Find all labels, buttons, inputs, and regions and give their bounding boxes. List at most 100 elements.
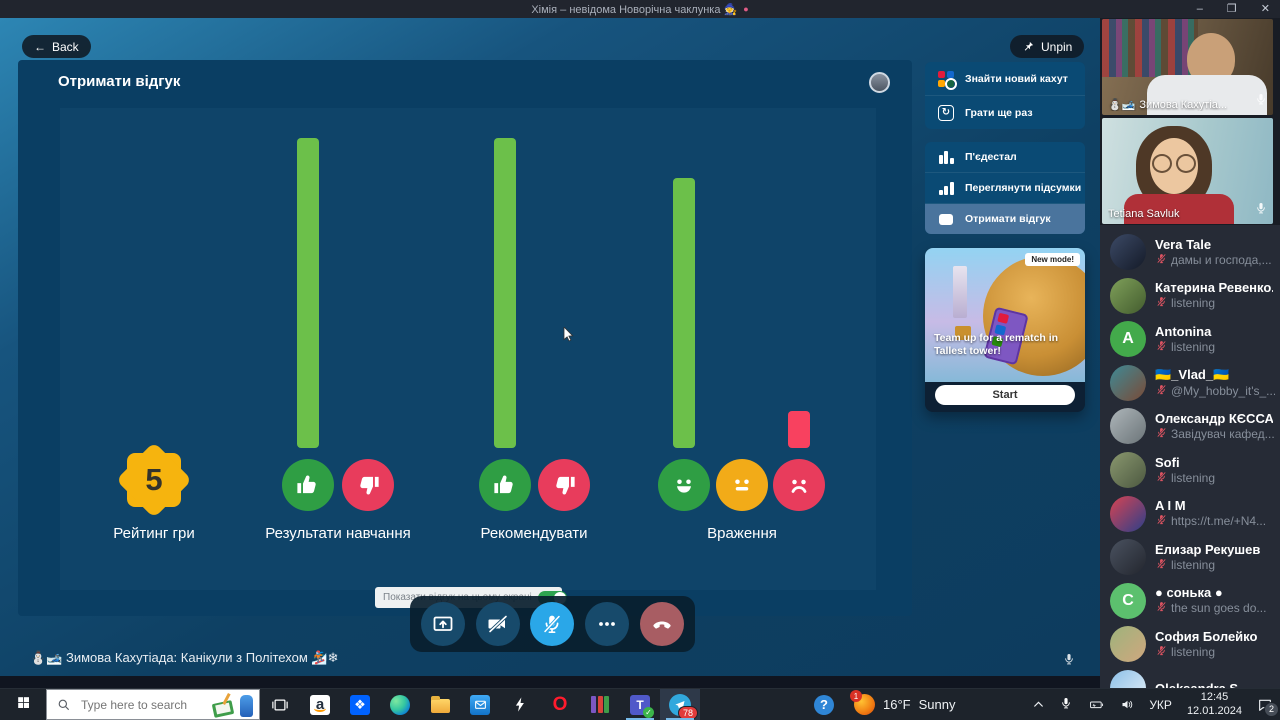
muted-mic-icon: [1155, 600, 1168, 616]
back-arrow-icon: ←: [34, 40, 46, 54]
maximize-button[interactable]: ❐: [1227, 0, 1237, 18]
action-center-icon[interactable]: 2: [1250, 689, 1280, 720]
participant-name: Олександр КЄССА...: [1155, 411, 1273, 426]
participant-row[interactable]: София Болейкоlistening: [1100, 622, 1280, 666]
clock[interactable]: 12:45 12.01.2024: [1179, 691, 1250, 719]
sidebar-item-kahoot-search[interactable]: Знайти новий кахут: [925, 62, 1085, 96]
avatar: A: [1110, 321, 1146, 357]
unpin-button[interactable]: Unpin: [1010, 35, 1084, 58]
camera-off-button[interactable]: [476, 602, 520, 646]
participant-name: 🇺🇦_Vlad_🇺🇦: [1155, 367, 1273, 383]
call-status-bar: ⛄🎿 Зимова Кахутіада: Канікули з Політехо…: [30, 650, 338, 666]
muted-mic-icon: [1155, 557, 1168, 573]
tray-expand-chevron-icon[interactable]: [1025, 689, 1052, 720]
taskbar-telegram-icon[interactable]: 78: [660, 689, 700, 720]
close-button[interactable]: ✕: [1261, 0, 1270, 18]
taskbar-opera-icon[interactable]: O: [540, 689, 580, 720]
hang-up-button[interactable]: [640, 602, 684, 646]
taskbar-lightning-icon[interactable]: [500, 689, 540, 720]
tray-mic-icon[interactable]: [1052, 689, 1080, 720]
participant-row[interactable]: 🇺🇦_Vlad_🇺🇦@My_hobby_it's_...: [1100, 361, 1280, 405]
sidebar-item-replay[interactable]: ↻ Грати ще раз: [925, 96, 1085, 129]
video-tile-host[interactable]: ⛄🎿 Зимова Кахутіа...: [1102, 19, 1273, 115]
more-options-button[interactable]: [585, 602, 629, 646]
muted-mic-icon: [1155, 295, 1168, 311]
help-tray-icon[interactable]: ?: [804, 689, 844, 720]
results-chart-icon: [939, 181, 954, 195]
thumb-down-icon: [342, 459, 394, 511]
minimize-button[interactable]: –: [1197, 0, 1203, 18]
taskbar-amazon-icon[interactable]: a: [300, 689, 340, 720]
taskbar-dropbox-icon[interactable]: ❖: [340, 689, 380, 720]
replay-icon: ↻: [938, 105, 954, 121]
status-dot: ●: [743, 4, 748, 14]
video-tile-tetiana[interactable]: Tetiana Savluk: [1102, 118, 1273, 224]
taskbar-spacer: [700, 689, 804, 720]
avatar: [1110, 365, 1146, 401]
taskbar-teams-icon[interactable]: T✓: [620, 689, 660, 720]
back-button[interactable]: ← Back: [22, 35, 91, 58]
feedback-chart: 5Рейтинг гриРезультати навчанняРекоменду…: [60, 108, 876, 590]
participant-row[interactable]: Sofilistening: [1100, 448, 1280, 492]
battery-icon[interactable]: [1080, 689, 1113, 720]
participant-row[interactable]: Vera Taleдамы и господа,...: [1100, 230, 1280, 274]
muted-mic-icon: [1155, 339, 1168, 355]
participant-row[interactable]: Oleksandra S: [1100, 666, 1280, 688]
kahoot-menu-top: Знайти новий кахут ↻ Грати ще раз: [925, 62, 1085, 129]
feedback-group-label: Результати навчання: [228, 525, 448, 542]
search-illustration: [211, 689, 257, 719]
taskbar-search-box[interactable]: [46, 689, 260, 720]
taskbar-task-view-icon[interactable]: [260, 689, 300, 720]
status-text: https://t.me/+N4...: [1171, 514, 1266, 528]
participant-row[interactable]: Елизар Рекушевlistening: [1100, 535, 1280, 579]
mic-off-button[interactable]: [530, 602, 574, 646]
participant-name: A I M: [1155, 498, 1266, 513]
participant-row[interactable]: AAntoninalistening: [1100, 317, 1280, 361]
room-mic-icon[interactable]: [1062, 652, 1076, 671]
participant-name: Oleksandra S: [1155, 681, 1238, 689]
sidebar-item-label: Знайти новий кахут: [965, 73, 1068, 85]
start-button[interactable]: Start: [935, 385, 1075, 405]
call-title-text: ⛄🎿 Зимова Кахутіада: Канікули з Політехо…: [30, 650, 338, 666]
taskbar-winrar-icon[interactable]: [580, 689, 620, 720]
participant-row[interactable]: Катерина Ревенко...listening: [1100, 274, 1280, 318]
more-options-icon: [595, 612, 619, 636]
profile-avatar[interactable]: [869, 72, 890, 93]
participant-name: София Болейко: [1155, 629, 1257, 644]
back-label: Back: [52, 40, 79, 54]
avatar: [1110, 234, 1146, 270]
kahoot-menu-bottom: П'єдесталПереглянути підсумкиОтримати ві…: [925, 142, 1085, 234]
participant-row[interactable]: Олександр КЄССА...Завідувач кафед...: [1100, 404, 1280, 448]
status-text: listening: [1171, 645, 1215, 659]
taskbar-mail-icon[interactable]: [460, 689, 500, 720]
kahoot-promo-card: New mode! Team up for a rematch in Talle…: [925, 248, 1085, 412]
thumb-up-icon: [479, 459, 531, 511]
weather-widget[interactable]: 1 16°F Sunny: [844, 689, 965, 720]
status-text: Завідувач кафед...: [1171, 427, 1275, 441]
sidebar-item-results-chart[interactable]: Переглянути підсумки: [925, 173, 1085, 204]
screen-share-button[interactable]: [421, 602, 465, 646]
start-button[interactable]: [0, 689, 46, 720]
video-name-text: Зимова Кахутіа...: [1139, 99, 1227, 111]
taskbar-edge-icon[interactable]: [380, 689, 420, 720]
feedback-group-label: Враження: [632, 525, 852, 542]
sidebar-item-label: Грати ще раз: [965, 107, 1033, 119]
avatar: [1110, 626, 1146, 662]
notification-badge: 2: [1264, 702, 1279, 717]
participant-status: listening: [1155, 557, 1260, 573]
mic-icon[interactable]: [1254, 201, 1268, 220]
search-icon: [57, 698, 71, 712]
language-indicator[interactable]: УКР: [1142, 689, 1179, 720]
participant-row[interactable]: C● сонька ●the sun goes do...: [1100, 579, 1280, 623]
mouse-cursor: [563, 327, 575, 343]
taskbar-file-explorer-icon[interactable]: [420, 689, 460, 720]
mic-icon[interactable]: [1254, 92, 1268, 111]
participant-name: Елизар Рекушев: [1155, 542, 1260, 557]
status-text: listening: [1171, 296, 1215, 310]
sidebar-item-speech-bubble[interactable]: Отримати відгук: [925, 204, 1085, 234]
sidebar-item-podium[interactable]: П'єдестал: [925, 142, 1085, 173]
participant-row[interactable]: A I Mhttps://t.me/+N4...: [1100, 492, 1280, 536]
search-input[interactable]: [79, 697, 203, 713]
speaker-icon[interactable]: [1113, 689, 1142, 720]
participant-status: listening: [1155, 644, 1257, 660]
